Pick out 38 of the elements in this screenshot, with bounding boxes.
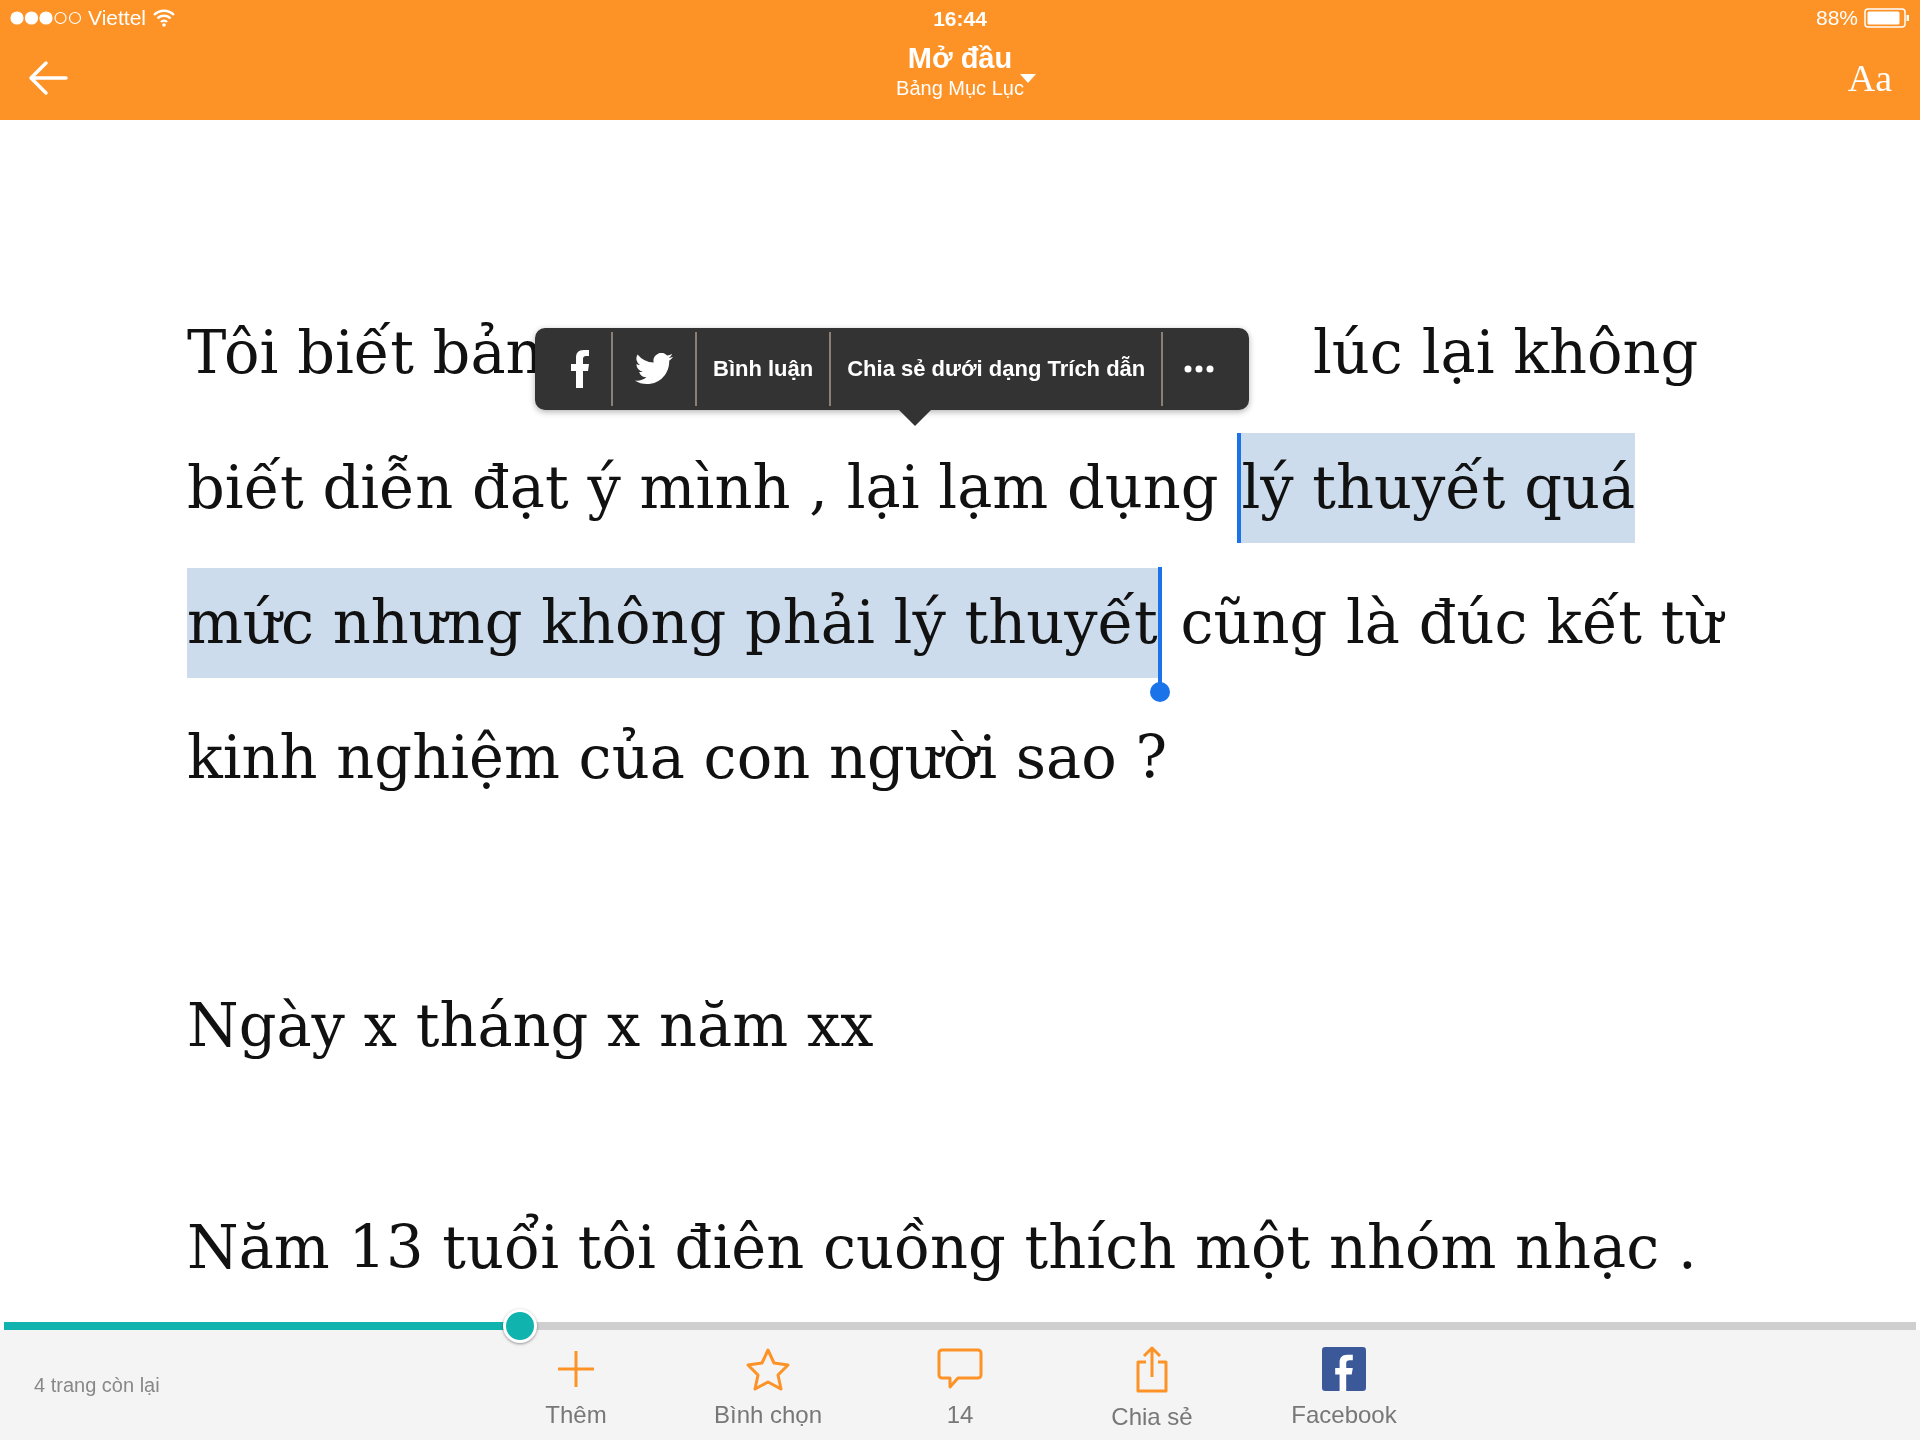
wifi-icon (152, 9, 176, 27)
selection-start-handle[interactable] (1237, 432, 1242, 543)
body-text: biết diễn đạt ý mình , lại lạm dụng (187, 451, 1220, 524)
toolbar-label[interactable]: Chia sẻ (1111, 1403, 1193, 1431)
toolbar-label[interactable]: Thêm (545, 1401, 607, 1429)
share-icon[interactable] (1134, 1345, 1170, 1393)
body-text: kinh nghiệm của con người sao ? (187, 721, 1168, 794)
font-settings-button[interactable]: Aa (1847, 56, 1892, 100)
body-text: cũng là đúc kết từ (1179, 586, 1723, 659)
progress-track[interactable] (4, 1322, 1916, 1330)
menu-option[interactable]: Chia sẻ dưới dạng Trích dẫn (831, 328, 1162, 410)
progress-thumb[interactable] (503, 1309, 538, 1343)
battery-percent: 88% (1815, 6, 1858, 30)
caret-icon[interactable] (1020, 74, 1036, 83)
battery-icon (1864, 8, 1910, 28)
back-arrow-icon[interactable] (28, 60, 68, 96)
body-text: Tôi biết bản (187, 316, 544, 389)
signal-icon (10, 11, 82, 25)
pages-left: 4 trang còn lại (34, 1373, 160, 1396)
facebook-icon[interactable] (1322, 1347, 1366, 1391)
facebook-icon[interactable] (570, 350, 590, 388)
selected-text: mức nhưng không phải lý thuyết (187, 567, 1158, 678)
bird-icon[interactable] (634, 353, 674, 385)
toolbar-label[interactable]: Facebook (1291, 1401, 1397, 1429)
body-text: Ngày x tháng x năm xx (187, 989, 874, 1062)
selected-text: lý thuyết quá (1241, 432, 1636, 543)
table-of-contents-link[interactable]: Bảng Mục Lục (896, 77, 1024, 100)
toolbar-label[interactable]: Bình chọn (713, 1401, 823, 1429)
chapter-title[interactable]: Mở đầu (907, 42, 1013, 75)
body-text: lúc lại không (1313, 316, 1699, 389)
star-icon[interactable] (745, 1347, 791, 1391)
toolbar-label[interactable]: 14 (946, 1401, 974, 1429)
more-icon[interactable] (1184, 365, 1215, 373)
body-text: Năm 13 tuổi tôi điên cuồng thích một nhóm nhạc . (187, 1211, 1697, 1284)
carrier-name: Viettel (88, 6, 146, 30)
comment-icon[interactable] (936, 1347, 984, 1391)
clock: 16:44 (933, 7, 987, 31)
menu-option[interactable]: Bình luận (697, 328, 830, 410)
